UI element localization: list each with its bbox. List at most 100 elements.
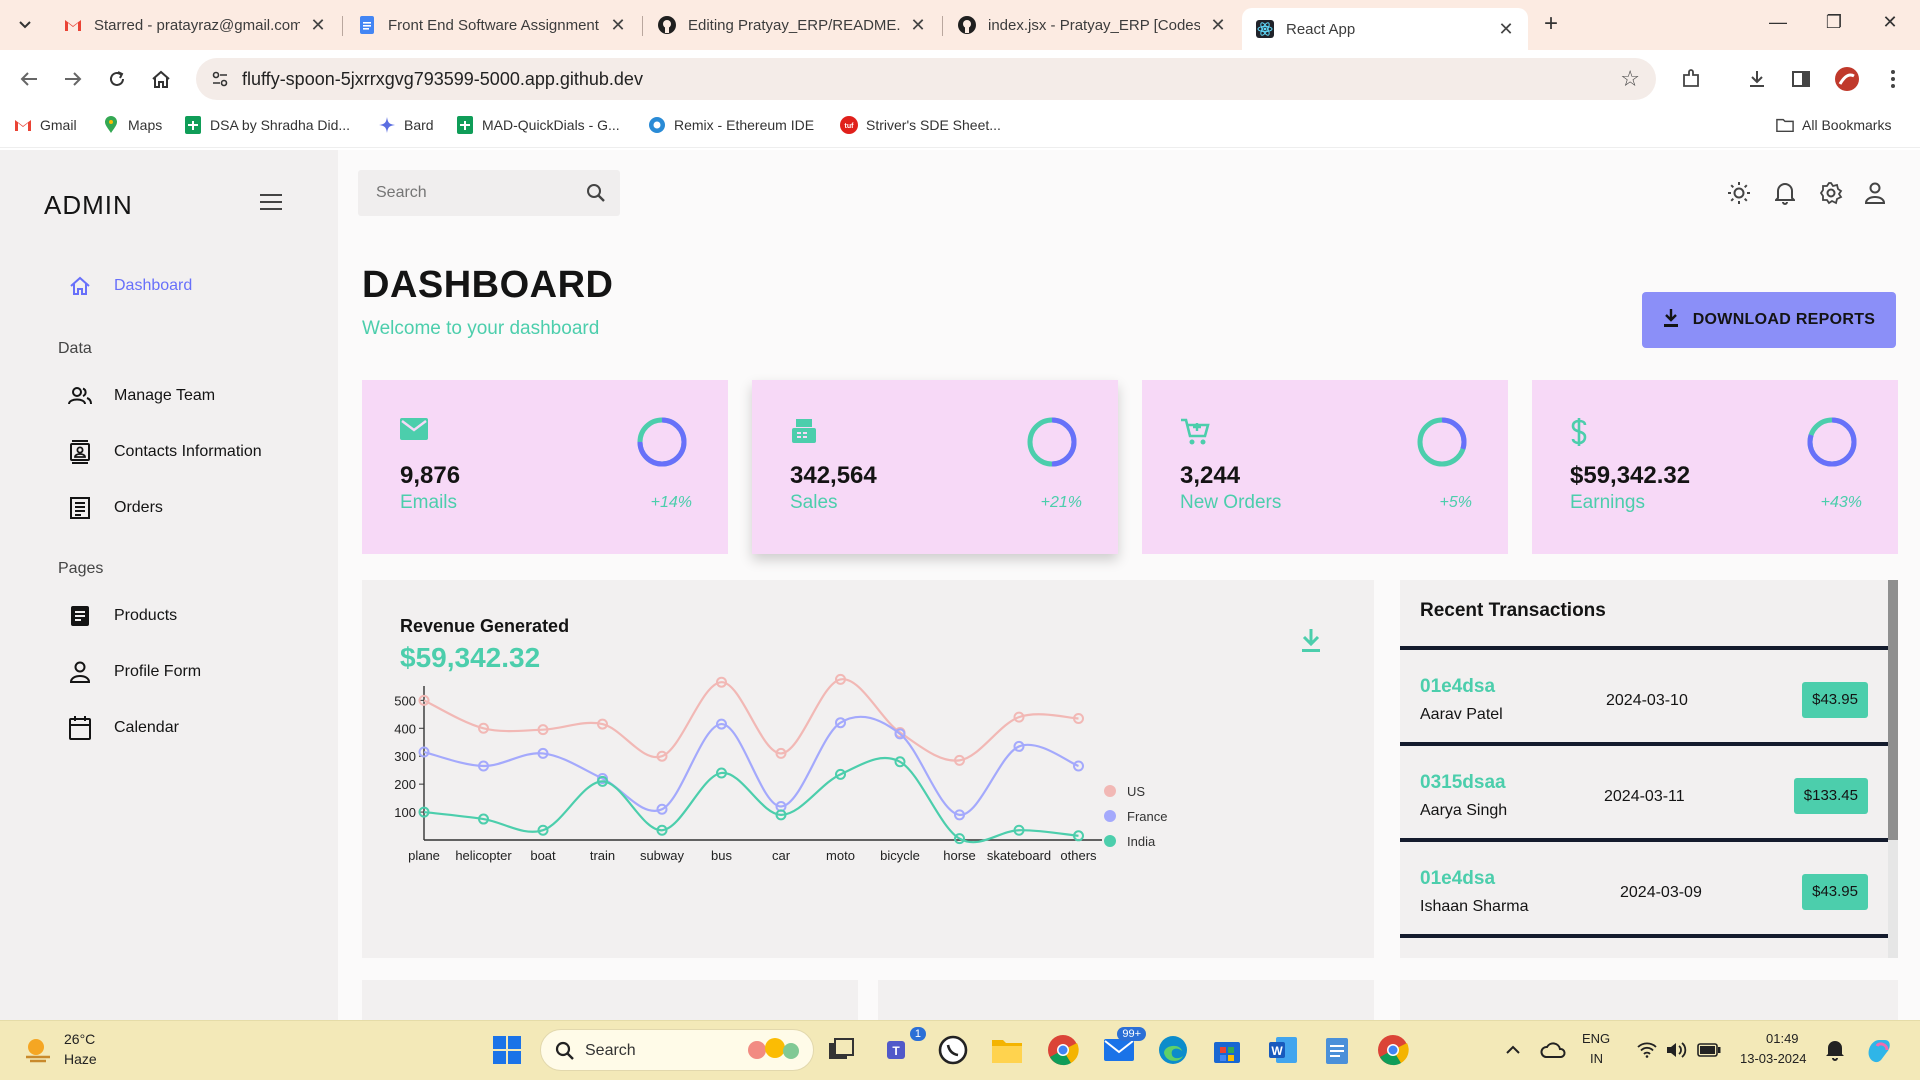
reload-button[interactable] — [102, 64, 132, 94]
sidebar-item-contacts[interactable]: Contacts Information — [68, 440, 262, 464]
whatsapp-icon[interactable] — [936, 1033, 970, 1067]
side-panel-button[interactable] — [1786, 64, 1816, 94]
weather-temperature[interactable]: 26°C — [64, 1031, 95, 1047]
task-view-icon[interactable] — [824, 1033, 858, 1067]
clock-time[interactable]: 01:49 — [1766, 1031, 1799, 1046]
svg-text:tuf: tuf — [845, 123, 855, 130]
x-tick-label: others — [1060, 848, 1097, 863]
series-line-us — [423, 678, 1079, 762]
volume-icon[interactable] — [1660, 1033, 1694, 1067]
scrollbar-thumb[interactable] — [1888, 580, 1898, 840]
x-tick-label: helicopter — [455, 848, 512, 863]
bookmark-star-icon[interactable]: ☆ — [1620, 66, 1640, 92]
clock-date[interactable]: 13-03-2024 — [1740, 1051, 1807, 1066]
bookmark-mad-quickdials[interactable]: MAD-QuickDials - G... — [456, 116, 620, 134]
email-icon — [400, 418, 428, 445]
close-icon[interactable]: ✕ — [1210, 15, 1226, 36]
bookmark-striver[interactable]: tuf Striver's SDE Sheet... — [840, 116, 1001, 134]
tab-title: React App — [1286, 20, 1356, 38]
search-icon[interactable] — [586, 183, 606, 208]
contacts-icon — [68, 440, 92, 464]
tab-google-docs[interactable]: Front End Software Assignment ✕ — [344, 8, 640, 42]
bookmark-label: MAD-QuickDials - G... — [482, 117, 620, 133]
sheets-icon — [456, 116, 474, 134]
sidebar-item-dashboard[interactable]: Dashboard — [68, 274, 192, 298]
sidebar-item-profile-form[interactable]: Profile Form — [68, 660, 201, 684]
teams-icon[interactable]: T 1 — [882, 1027, 926, 1067]
battery-icon[interactable] — [1692, 1033, 1726, 1067]
tab-search-button[interactable] — [12, 12, 38, 38]
recent-transactions-card: Recent Transactions 01e4dsa Aarav Patel … — [1400, 580, 1898, 958]
file-explorer-icon[interactable] — [990, 1033, 1024, 1067]
extensions-button[interactable] — [1676, 64, 1706, 94]
chevron-up-icon[interactable] — [1496, 1033, 1530, 1067]
tab-github-readme[interactable]: Editing Pratyay_ERP/README.m ✕ — [644, 8, 940, 42]
word-icon[interactable]: W — [1266, 1033, 1300, 1067]
user-icon[interactable] — [1862, 180, 1888, 206]
menu-icon[interactable] — [260, 194, 282, 212]
next-row-card — [1400, 980, 1898, 1020]
weather-condition[interactable]: Haze — [64, 1051, 97, 1067]
sidebar-item-manage-team[interactable]: Manage Team — [68, 384, 215, 408]
new-tab-button[interactable]: + — [1544, 10, 1558, 38]
close-window-icon[interactable]: ✕ — [1878, 12, 1902, 33]
forward-button[interactable] — [58, 64, 88, 94]
onedrive-icon[interactable] — [1536, 1033, 1570, 1067]
weather-icon[interactable] — [22, 1035, 54, 1070]
transaction-id: 01e4dsa — [1420, 676, 1496, 697]
taskbar-search[interactable]: Search — [540, 1029, 814, 1071]
bookmark-label: Maps — [128, 117, 163, 133]
address-bar[interactable]: fluffy-spoon-5jxrrxgvg793599-5000.app.gi… — [196, 58, 1656, 100]
bookmark-bard[interactable]: Bard — [378, 116, 434, 134]
all-bookmarks[interactable]: All Bookmarks — [1776, 116, 1891, 134]
search-input[interactable] — [358, 170, 578, 216]
restore-icon[interactable]: ❐ — [1822, 12, 1846, 33]
mail-icon[interactable]: 99+ — [1102, 1027, 1146, 1067]
sidebar-item-orders[interactable]: Orders — [68, 496, 163, 520]
wifi-icon[interactable] — [1630, 1033, 1664, 1067]
bookmark-remix[interactable]: Remix - Ethereum IDE — [648, 116, 814, 134]
site-info-icon[interactable] — [210, 69, 230, 94]
tab-codespace[interactable]: index.jsx - Pratyay_ERP [Codesp ✕ — [944, 8, 1240, 42]
stat-card-emails: 9,876 Emails +14% — [362, 380, 728, 554]
chrome-profile-icon[interactable] — [1376, 1033, 1410, 1067]
chrome-icon[interactable] — [1046, 1033, 1080, 1067]
close-icon[interactable]: ✕ — [910, 15, 926, 36]
profile-button[interactable] — [1832, 64, 1862, 94]
microsoft-store-icon[interactable] — [1210, 1033, 1244, 1067]
back-button[interactable] — [14, 64, 44, 94]
minimize-icon[interactable]: — — [1766, 12, 1790, 33]
gmail-icon — [14, 116, 32, 134]
x-tick-label: train — [590, 848, 615, 863]
transactions-scrollbar[interactable] — [1888, 580, 1898, 958]
sidebar-item-products[interactable]: Products — [68, 604, 177, 628]
notifications-icon[interactable] — [1772, 180, 1798, 206]
bookmark-dsa-sheet[interactable]: DSA by Shradha Did... — [184, 116, 350, 134]
tab-gmail[interactable]: Starred - pratayraz@gmail.com ✕ — [50, 8, 340, 42]
notepad-icon[interactable] — [1320, 1033, 1354, 1067]
settings-icon[interactable] — [1818, 180, 1844, 206]
windows-start-icon[interactable] — [490, 1033, 524, 1067]
data-point[interactable] — [1073, 760, 1084, 772]
tab-title: index.jsx - Pratyay_ERP [Codesp — [988, 16, 1200, 34]
close-icon[interactable]: ✕ — [310, 15, 326, 36]
tab-react-app[interactable]: React App ✕ — [1242, 8, 1528, 50]
legend-label: US — [1127, 784, 1145, 799]
downloads-button[interactable] — [1742, 64, 1772, 94]
close-icon[interactable]: ✕ — [610, 15, 626, 36]
download-reports-button[interactable]: DOWNLOAD REPORTS — [1642, 292, 1896, 348]
sidebar-item-calendar[interactable]: Calendar — [68, 716, 179, 740]
bookmark-gmail[interactable]: Gmail — [14, 116, 77, 134]
language-indicator[interactable]: ENG — [1582, 1031, 1610, 1046]
home-button[interactable] — [146, 64, 176, 94]
copilot-icon[interactable] — [1862, 1033, 1896, 1067]
tab-title: Starred - pratayraz@gmail.com — [94, 16, 300, 34]
language-region[interactable]: IN — [1590, 1051, 1603, 1066]
light-mode-icon[interactable] — [1726, 180, 1752, 206]
do-not-disturb-icon[interactable] — [1818, 1033, 1852, 1067]
chrome-menu-button[interactable] — [1878, 64, 1908, 94]
bookmark-maps[interactable]: Maps — [102, 116, 162, 134]
edge-icon[interactable] — [1156, 1033, 1190, 1067]
tab-separator — [342, 16, 343, 36]
close-icon[interactable]: ✕ — [1498, 19, 1514, 40]
